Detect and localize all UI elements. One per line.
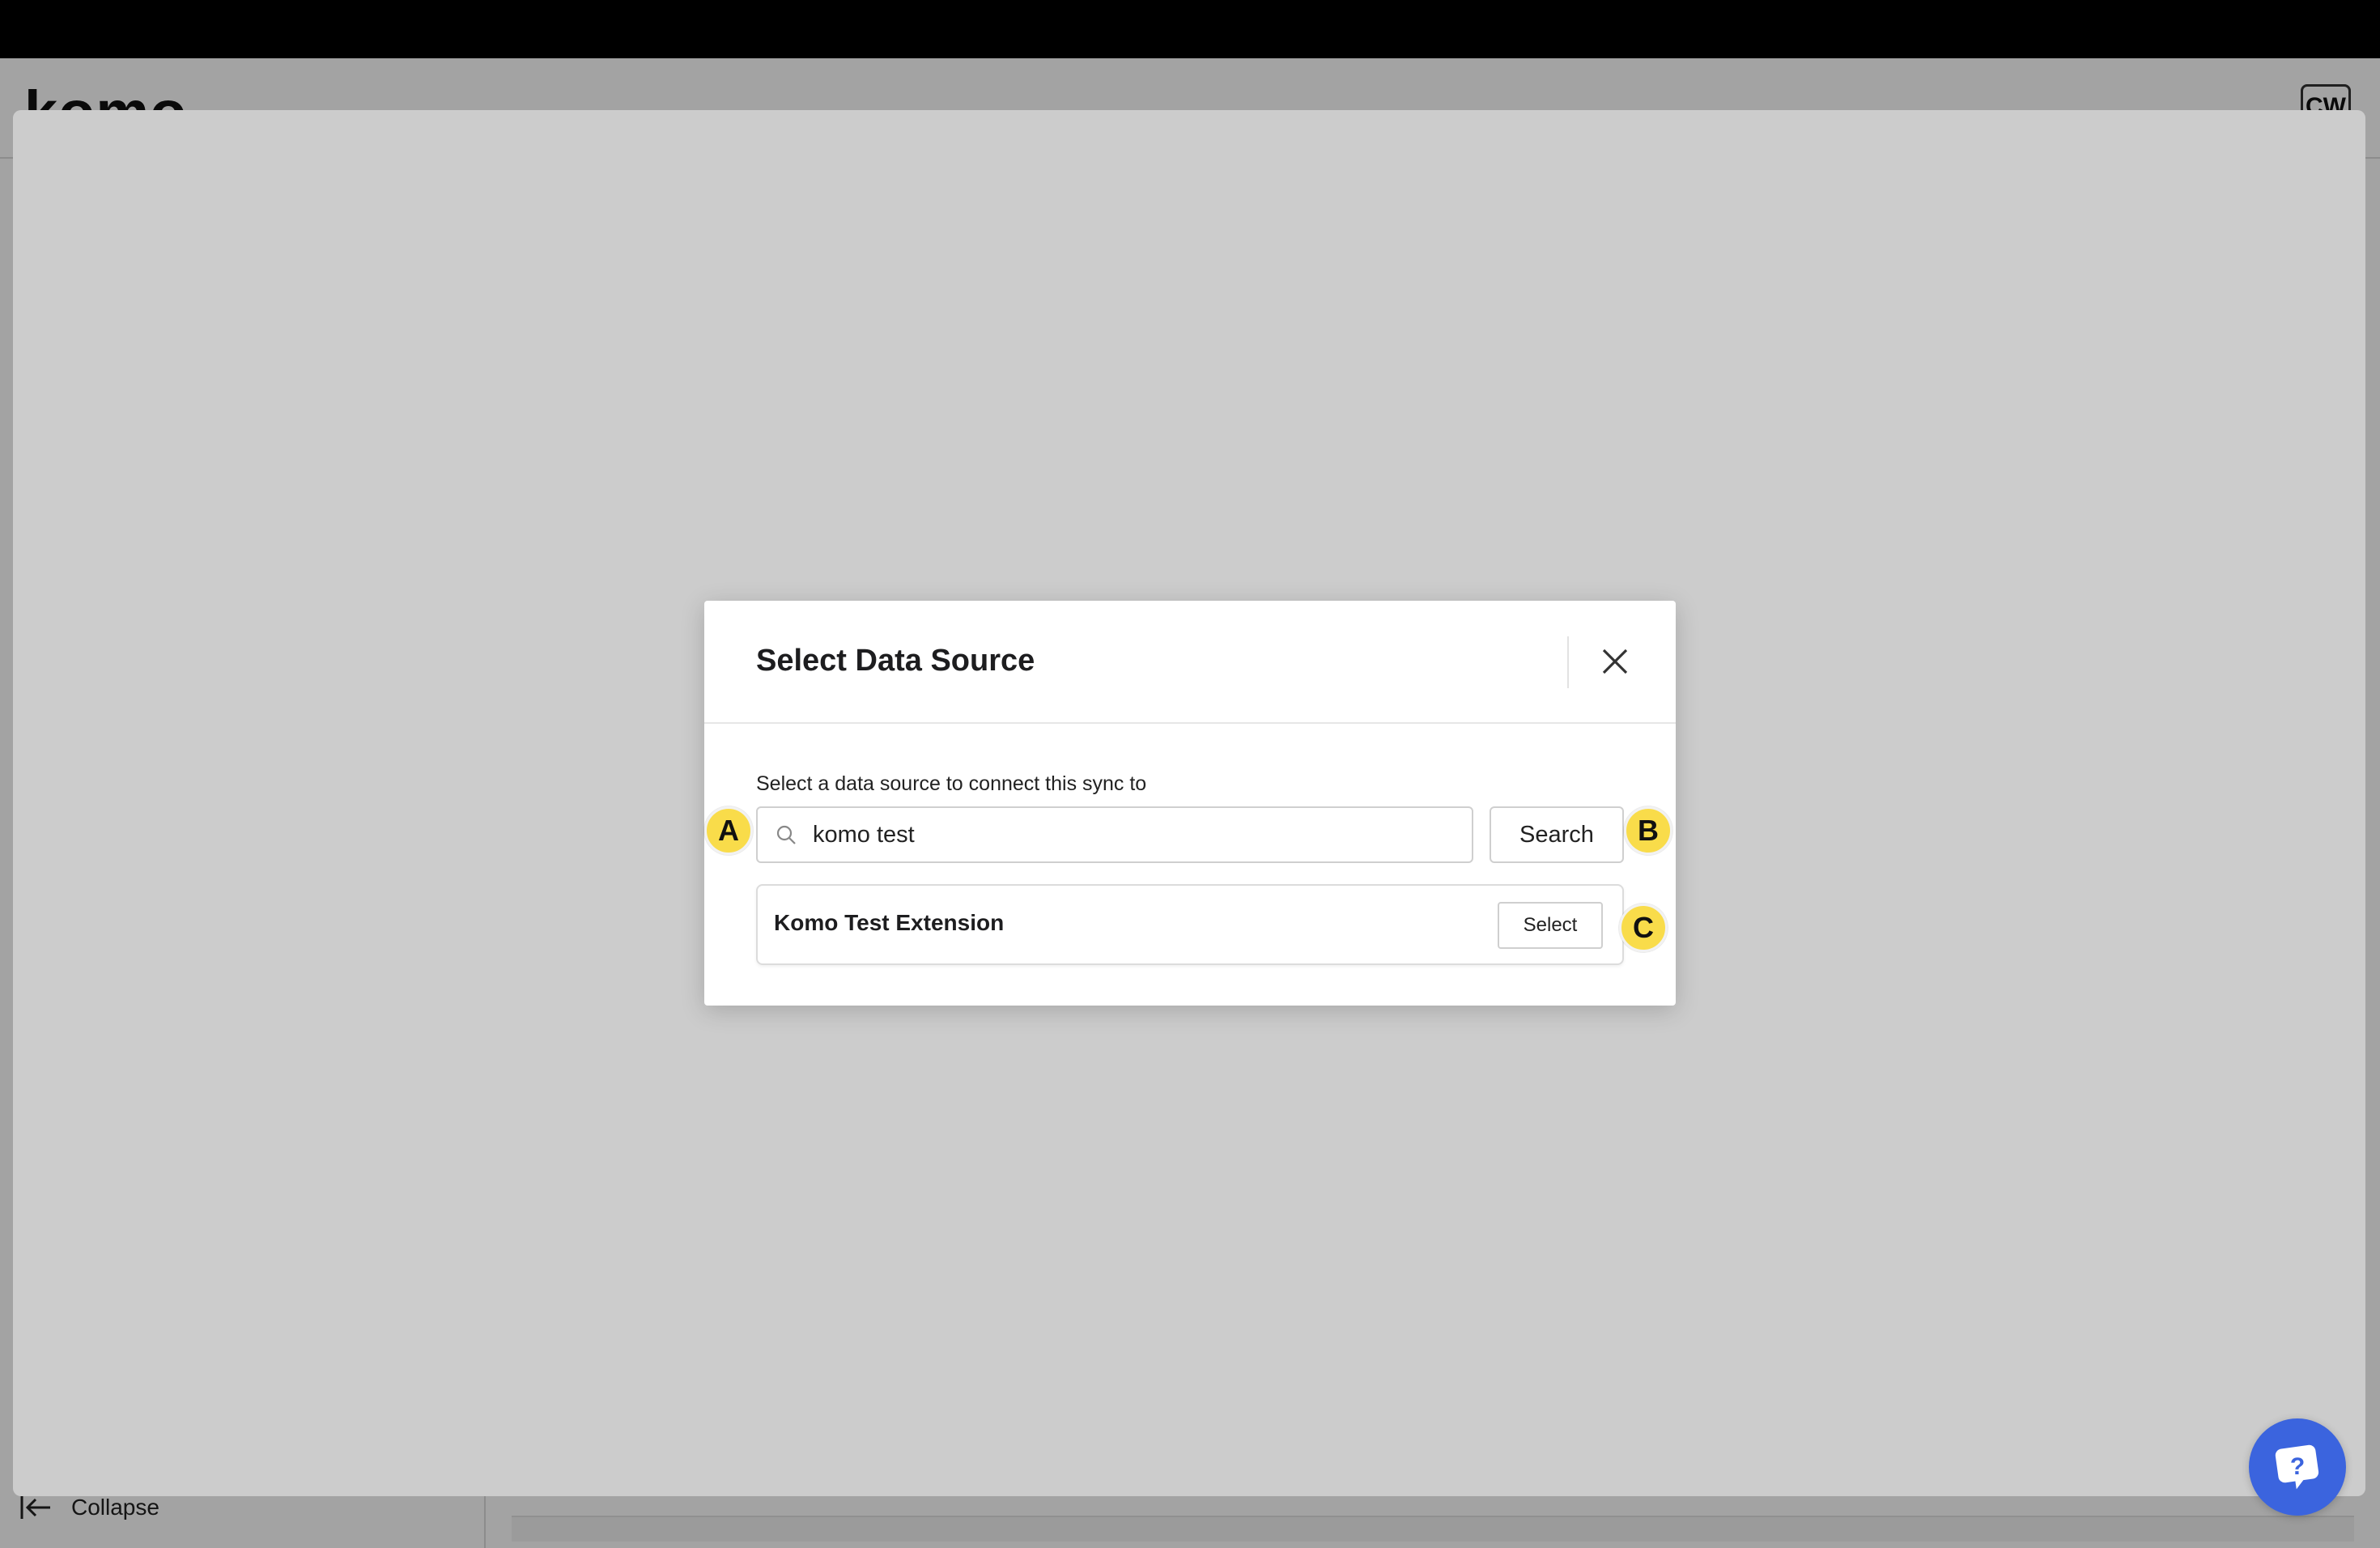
result-list-item: Komo Test Extension Select — [756, 884, 1624, 965]
annotation-marker-b: B — [1624, 806, 1672, 855]
close-icon — [1602, 649, 1628, 674]
annotation-marker-c: C — [1619, 904, 1668, 952]
annotation-marker-a: A — [704, 806, 753, 855]
select-data-source-dialog: Select Data Source Select a data source … — [704, 601, 1676, 1006]
help-launcher-button[interactable]: ? — [2249, 1418, 2346, 1516]
search-button[interactable]: Search — [1490, 806, 1624, 863]
header-vertical-divider — [1567, 636, 1569, 688]
result-name: Komo Test Extension — [774, 910, 1005, 935]
top-black-bar — [0, 0, 2380, 58]
close-button[interactable] — [1592, 638, 1638, 685]
select-result-button[interactable]: Select — [1498, 902, 1603, 949]
help-chat-icon: ? — [2275, 1444, 2319, 1490]
dialog-description: Select a data source to connect this syn… — [756, 772, 1147, 795]
dialog-header: Select Data Source — [704, 601, 1676, 724]
search-field[interactable] — [756, 806, 1473, 863]
svg-text:?: ? — [2290, 1453, 2305, 1480]
dialog-title: Select Data Source — [756, 644, 1035, 678]
search-input[interactable] — [813, 821, 1444, 848]
search-icon — [776, 825, 796, 844]
